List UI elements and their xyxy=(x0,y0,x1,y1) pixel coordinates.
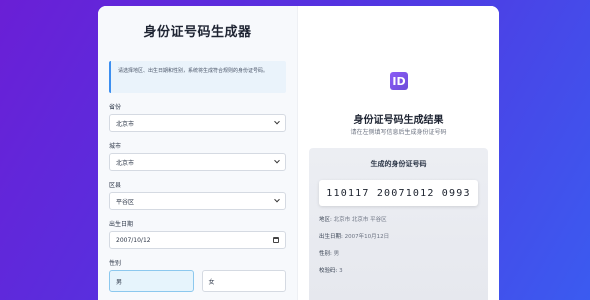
result-card: 生成的身份证号码 110117 20071012 0993 地区: 北京市 北京… xyxy=(309,148,488,300)
chevron-down-icon xyxy=(274,196,280,203)
result-subtitle: 请在左侧填写信息后生成身份证号码 xyxy=(350,129,447,136)
region-value: 北京市 北京市 平谷区 xyxy=(333,217,387,223)
birth-label: 出生日期: xyxy=(319,234,343,240)
gender-options: 男 女 xyxy=(109,270,286,292)
gender-row: 性别: 男 xyxy=(319,249,488,257)
chevron-down-icon xyxy=(274,157,280,164)
check-row: 校验码: 3 xyxy=(319,266,488,274)
birth-date-input[interactable]: 2007/10/12 xyxy=(109,231,286,249)
check-value: 3 xyxy=(339,268,343,274)
result-title: 身份证号码生成结果 xyxy=(353,115,444,126)
city-value: 北京市 xyxy=(116,159,135,167)
region-label: 地区: xyxy=(319,217,332,223)
birth-date-value: 2007/10/12 xyxy=(116,236,151,244)
gender-female-option[interactable]: 女 xyxy=(201,270,286,292)
region-row: 地区: 北京市 北京市 平谷区 xyxy=(319,215,488,223)
id-logo-icon: ID xyxy=(390,72,408,90)
calendar-icon[interactable] xyxy=(273,237,279,243)
birth-row: 出生日期: 2007年10月12日 xyxy=(319,232,488,240)
district-select[interactable]: 平谷区 xyxy=(109,192,286,210)
birth-date-label: 出生日期 xyxy=(109,221,134,228)
province-value: 北京市 xyxy=(116,120,135,128)
city-label: 城市 xyxy=(109,143,122,150)
district-value: 平谷区 xyxy=(116,198,135,206)
gender-male-option[interactable]: 男 xyxy=(109,270,194,292)
birth-value: 2007年10月12日 xyxy=(344,234,390,240)
province-label: 省份 xyxy=(109,104,122,111)
page-title: 身份证号码生成器 xyxy=(143,25,252,40)
city-select[interactable]: 北京市 xyxy=(109,153,286,171)
result-card-title: 生成的身份证号码 xyxy=(370,160,427,168)
province-select[interactable]: 北京市 xyxy=(109,114,286,132)
generator-card: 身份证号码生成器 请选择地区、出生日期和性别，系统将生成符合规则的身份证号码。 … xyxy=(98,6,499,300)
form-panel: 身份证号码生成器 请选择地区、出生日期和性别，系统将生成符合规则的身份证号码。 … xyxy=(98,6,298,300)
gender-label: 性别 xyxy=(109,260,122,267)
gender-result-label: 性别: xyxy=(319,251,332,257)
gender-result-value: 男 xyxy=(333,251,340,257)
district-label: 区县 xyxy=(109,182,122,189)
id-number-display: 110117 20071012 0993 xyxy=(319,180,478,206)
info-notice: 请选择地区、出生日期和性别，系统将生成符合规则的身份证号码。 xyxy=(109,61,286,93)
check-label: 校验码: xyxy=(319,268,338,274)
chevron-down-icon xyxy=(274,118,280,125)
result-panel: ID 身份证号码生成结果 请在左侧填写信息后生成身份证号码 生成的身份证号码 1… xyxy=(298,6,499,300)
